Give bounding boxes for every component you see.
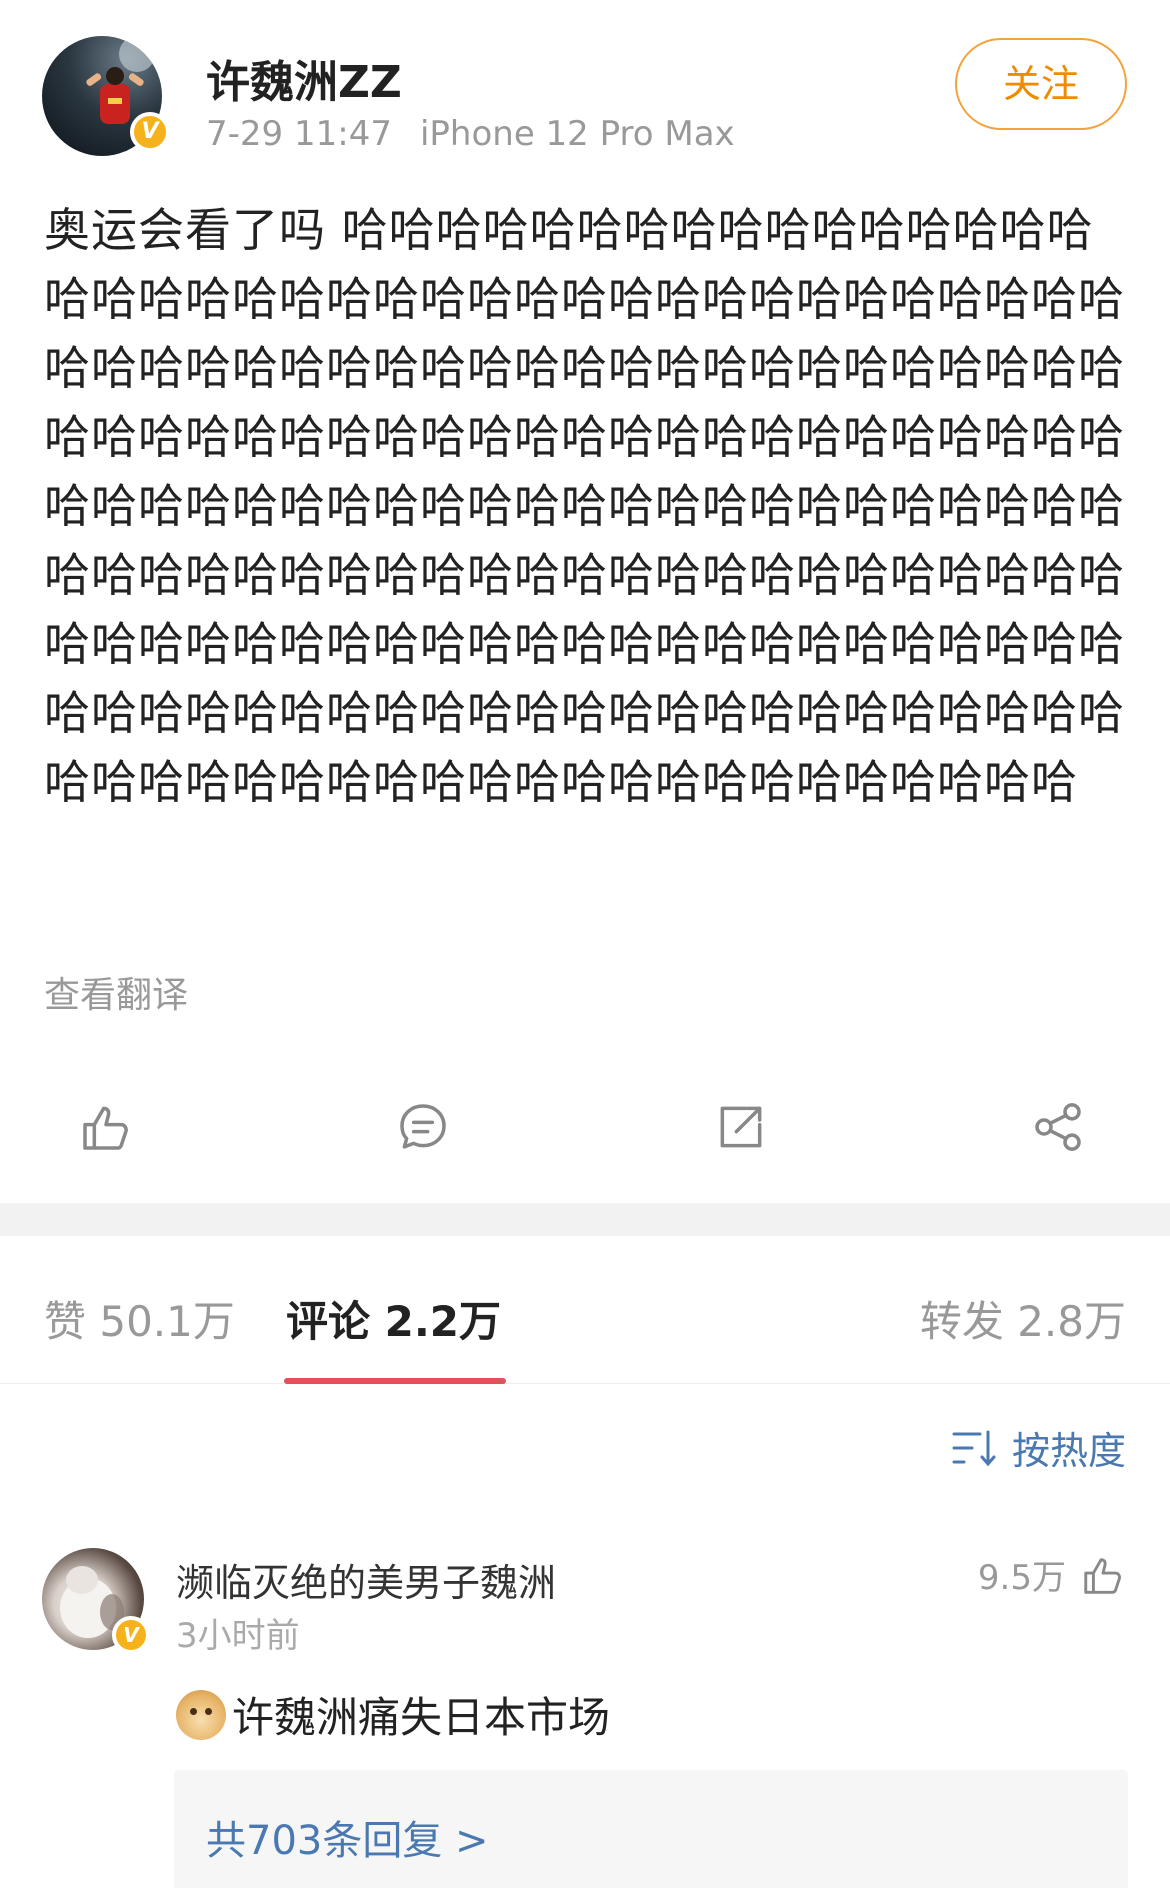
tab-likes[interactable]: 赞 50.1万 bbox=[44, 1288, 235, 1349]
like-button[interactable] bbox=[61, 1082, 151, 1172]
sort-label: 按热度 bbox=[1011, 1429, 1126, 1473]
comment-text-body: 许魏洲痛失日本市场 bbox=[232, 1693, 611, 1742]
weibo-post-page: V 许魏洲ZZ 7-29 11:47 iPhone 12 Pro Max 关注 奥… bbox=[0, 0, 1170, 1888]
repost-icon bbox=[720, 1106, 762, 1148]
verified-badge: V bbox=[130, 112, 170, 152]
active-tab-indicator bbox=[284, 1378, 506, 1384]
comment-text: 许魏洲痛失日本市场 bbox=[176, 1684, 610, 1745]
translate-link[interactable]: 查看翻译 bbox=[44, 966, 188, 1018]
view-replies-link[interactable]: 共703条回复 > bbox=[206, 1808, 489, 1866]
action-bar bbox=[0, 1082, 1170, 1172]
section-divider bbox=[0, 1203, 1170, 1236]
post-text: 奥运会看了吗 哈哈哈哈哈哈哈哈哈哈哈哈哈哈哈哈哈哈哈哈哈哈哈哈哈哈哈哈哈哈哈哈哈… bbox=[44, 203, 1125, 809]
author-avatar[interactable]: V bbox=[42, 36, 170, 156]
verified-badge: V bbox=[112, 1616, 150, 1654]
tab-reposts[interactable]: 转发 2.8万 bbox=[920, 1288, 1126, 1349]
commenter-avatar[interactable]: V bbox=[42, 1548, 150, 1654]
follow-button[interactable]: 关注 bbox=[955, 38, 1127, 130]
sort-button[interactable]: 按热度 bbox=[952, 1420, 1126, 1475]
doge-emoji-icon bbox=[176, 1689, 226, 1740]
interaction-tabs: 赞 50.1万 评论 2.2万 转发 2.8万 bbox=[0, 1236, 1170, 1384]
comment-item: V 濒临灭绝的美男子魏洲 3小时前 9.5万 许魏洲痛失日本市场 共703条回复… bbox=[0, 1548, 1170, 1888]
comment-time: 3小时前 bbox=[176, 1616, 300, 1656]
repost-button[interactable] bbox=[696, 1082, 786, 1172]
share-icon bbox=[1035, 1103, 1081, 1151]
like-icon bbox=[83, 1106, 128, 1150]
post-device: iPhone 12 Pro Max bbox=[419, 114, 735, 154]
post-time: 7-29 11:47 bbox=[206, 114, 392, 154]
post-meta: 7-29 11:47 iPhone 12 Pro Max bbox=[206, 114, 735, 154]
share-button[interactable] bbox=[1013, 1082, 1103, 1172]
comment-button[interactable] bbox=[378, 1082, 468, 1172]
author-name[interactable]: 许魏洲ZZ bbox=[206, 46, 402, 110]
comment-like-count: 9.5万 bbox=[977, 1558, 1066, 1598]
tab-comments[interactable]: 评论 2.2万 bbox=[286, 1288, 501, 1349]
like-icon bbox=[1084, 1557, 1121, 1594]
replies-box[interactable]: 共703条回复 > bbox=[174, 1770, 1128, 1888]
sort-icon bbox=[952, 1430, 996, 1466]
comment-like-button[interactable]: 9.5万 bbox=[978, 1550, 1126, 1599]
comment-icon bbox=[400, 1104, 446, 1149]
commenter-name[interactable]: 濒临灭绝的美男子魏洲 bbox=[176, 1552, 556, 1607]
post-header: V 许魏洲ZZ 7-29 11:47 iPhone 12 Pro Max 关注 bbox=[0, 0, 1170, 170]
